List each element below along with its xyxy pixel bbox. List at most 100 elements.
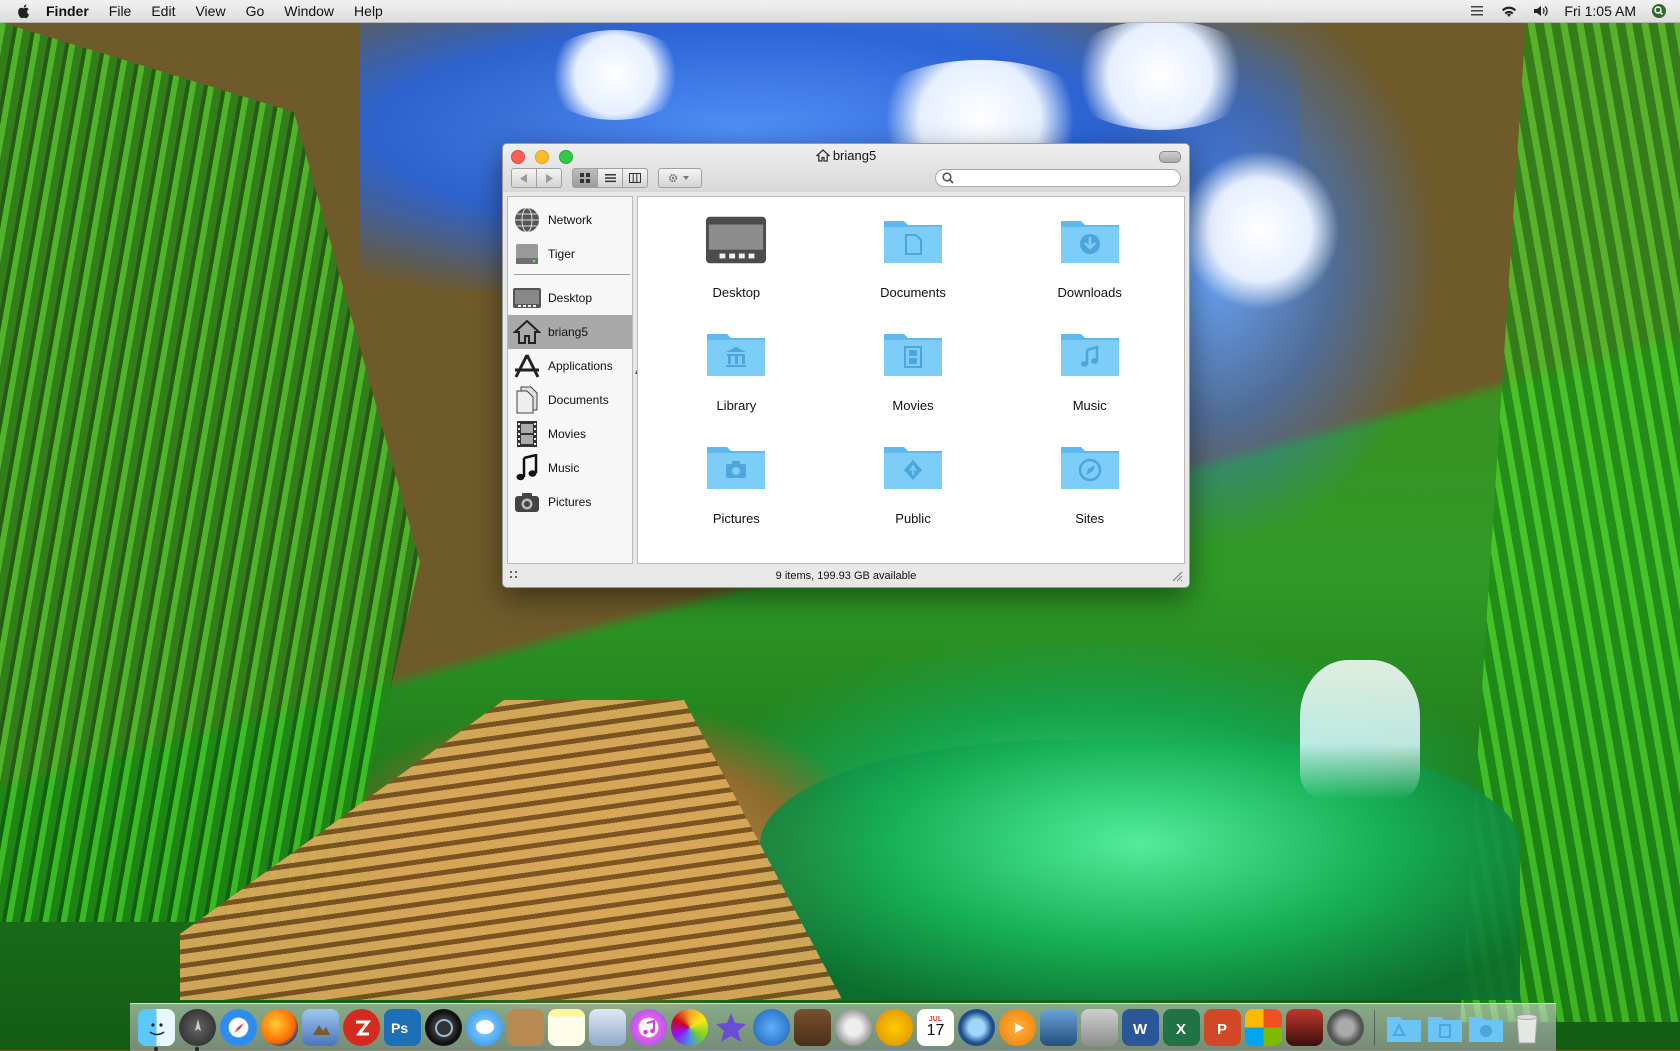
menu-help[interactable]: Help	[354, 3, 383, 19]
filezilla-icon[interactable]	[343, 1009, 380, 1046]
public-folder-icon	[882, 439, 944, 491]
menu-window[interactable]: Window	[284, 3, 334, 19]
file-item-pictures[interactable]: Pictures	[648, 439, 825, 526]
window-resize-grip-icon[interactable]	[1171, 570, 1183, 582]
apple-menu-icon[interactable]	[16, 3, 32, 19]
headphones-icon[interactable]	[876, 1009, 913, 1046]
documents-icon	[512, 386, 542, 414]
documents-stack-icon[interactable]	[1426, 1009, 1463, 1046]
wallpaper-cloud	[1060, 20, 1260, 130]
column-view-button[interactable]	[623, 168, 648, 188]
sites-folder-icon	[1059, 439, 1121, 491]
globe-icon	[512, 207, 542, 233]
applications-stack-icon[interactable]	[1385, 1009, 1422, 1046]
safari-icon[interactable]	[220, 1009, 257, 1046]
system-preferences-icon[interactable]	[1327, 1009, 1364, 1046]
search-input[interactable]	[958, 170, 1172, 186]
volume-icon[interactable]	[1532, 4, 1550, 18]
sidebar-item-label: Network	[548, 213, 593, 227]
forward-arrow-icon	[546, 173, 553, 183]
calendar-icon[interactable]: JUL 17	[917, 1009, 954, 1046]
vlc-icon[interactable]	[999, 1009, 1036, 1046]
sidebar-item-documents[interactable]: Documents	[508, 383, 632, 417]
quicktime-x-icon[interactable]	[425, 1009, 462, 1046]
dock: Ps JUL 17 W X P	[130, 1003, 1556, 1051]
firefox-icon[interactable]	[261, 1009, 298, 1046]
menu-app-name[interactable]: Finder	[46, 3, 89, 19]
file-item-music[interactable]: Music	[1001, 326, 1178, 413]
file-item-sites[interactable]: Sites	[1001, 439, 1178, 526]
file-item-downloads[interactable]: Downloads	[1001, 213, 1178, 300]
library-folder-icon	[705, 326, 767, 378]
quicktime-icon[interactable]	[958, 1009, 995, 1046]
sidebar-item-network[interactable]: Network	[508, 203, 632, 237]
list-icon[interactable]	[1468, 4, 1486, 18]
sidebar-item-label: Applications	[548, 359, 613, 373]
sidebar-item-movies[interactable]: Movies	[508, 417, 632, 451]
xcode-icon[interactable]	[753, 1009, 790, 1046]
sidebar-item-label: Music	[548, 461, 580, 475]
excel-icon[interactable]: X	[1163, 1009, 1200, 1046]
menu-go[interactable]: Go	[246, 3, 265, 19]
gear-icon	[668, 173, 689, 183]
contacts-icon[interactable]	[507, 1009, 544, 1046]
forward-button[interactable]	[537, 168, 562, 188]
file-item-public[interactable]: Public	[825, 439, 1002, 526]
icon-view-button[interactable]	[572, 168, 598, 188]
preview-icon[interactable]	[302, 1009, 339, 1046]
photo-booth-icon[interactable]	[1286, 1009, 1323, 1046]
menu-clock[interactable]: Fri 1:05 AM	[1564, 3, 1636, 19]
garageband-icon[interactable]	[794, 1009, 831, 1046]
back-button[interactable]	[511, 168, 537, 188]
file-item-documents[interactable]: Documents	[825, 213, 1002, 300]
svg-text:P: P	[1217, 1021, 1227, 1036]
wifi-icon[interactable]	[1500, 4, 1518, 18]
search-field[interactable]	[935, 169, 1181, 187]
toolbar	[511, 168, 1181, 188]
menu-file[interactable]: File	[109, 3, 132, 19]
word-icon[interactable]: W	[1122, 1009, 1159, 1046]
window-titlebar[interactable]: briang5	[503, 144, 1189, 192]
screen-sharing-icon[interactable]	[1040, 1009, 1077, 1046]
file-item-label: Public	[895, 511, 931, 526]
imovie-icon[interactable]	[712, 1009, 749, 1046]
windows-icon[interactable]	[1245, 1009, 1282, 1046]
sidebar-item-desktop[interactable]: Desktop	[508, 281, 632, 315]
spotlight-icon[interactable]	[1650, 4, 1668, 18]
remote-icon[interactable]	[1081, 1009, 1118, 1046]
file-item-library[interactable]: Library	[648, 326, 825, 413]
itunes-icon[interactable]	[630, 1009, 667, 1046]
sidebar-item-label: Desktop	[548, 291, 593, 305]
action-menu-button[interactable]	[658, 168, 702, 188]
home-icon	[512, 319, 542, 345]
toolbar-toggle-button[interactable]	[1159, 151, 1181, 163]
menu-view[interactable]: View	[195, 3, 225, 19]
photos-icon[interactable]	[671, 1009, 708, 1046]
sidebar-item-tiger[interactable]: Tiger	[508, 237, 632, 271]
sidebar-resize-grip-icon[interactable]	[509, 570, 521, 582]
sidebar-item-music[interactable]: Music	[508, 451, 632, 485]
photoshop-icon[interactable]: Ps	[384, 1009, 421, 1046]
preview-images-icon[interactable]	[589, 1009, 626, 1046]
list-view-button[interactable]	[598, 168, 623, 188]
sidebar-item-pictures[interactable]: Pictures	[508, 485, 632, 519]
sidebar-item-applications[interactable]: Applications	[508, 349, 632, 383]
status-text: 9 items, 199.93 GB available	[775, 570, 917, 582]
downloads-stack-icon[interactable]	[1467, 1009, 1504, 1046]
sidebar-item-home[interactable]: briang5	[508, 315, 632, 349]
notes-icon[interactable]	[548, 1009, 585, 1046]
file-item-label: Desktop	[712, 285, 761, 300]
launchpad-icon[interactable]	[179, 1009, 216, 1051]
messages-icon[interactable]	[466, 1009, 503, 1046]
trash-icon[interactable]	[1508, 1009, 1545, 1046]
window-title: briang5	[503, 148, 1189, 163]
finder-icon[interactable]	[138, 1009, 175, 1051]
file-item-movies[interactable]: Movies	[825, 326, 1002, 413]
pictures-folder-icon	[705, 439, 767, 491]
dvd-player-icon[interactable]	[835, 1009, 872, 1046]
powerpoint-icon[interactable]: P	[1204, 1009, 1241, 1046]
menu-edit[interactable]: Edit	[151, 3, 175, 19]
film-icon	[512, 421, 542, 447]
file-item-desktop[interactable]: Desktop	[648, 213, 825, 300]
icon-grid: Desktop Documents Downloads Library Movi…	[648, 213, 1178, 526]
